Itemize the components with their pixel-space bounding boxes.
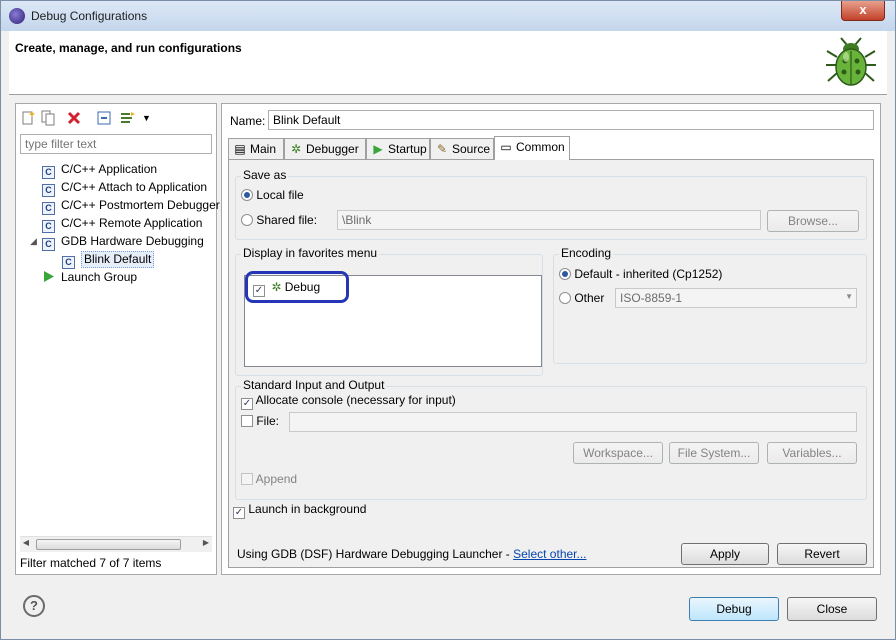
output-file-field (289, 412, 857, 432)
collapse-all-icon[interactable] (96, 110, 112, 126)
default-encoding-radio[interactable]: Default - inherited (Cp1252) (559, 267, 722, 281)
common-tab-icon: ▭ (500, 140, 512, 154)
view-menu-chevron-down-icon[interactable]: ▼ (142, 110, 158, 126)
window-close-button[interactable]: x (841, 1, 885, 21)
title-bar[interactable]: Debug Configurations x (1, 1, 895, 31)
launch-in-background-checkbox[interactable]: ✓ Launch in background (233, 502, 366, 519)
tab-common[interactable]: ▭ Common (494, 136, 570, 160)
configuration-tree-panel: ▼ CC/C++ Application CC/C++ Attach to Ap… (15, 103, 220, 575)
checkbox-disabled-indicator (241, 473, 253, 485)
other-encoding-select[interactable]: ISO-8859-1 ▼ (615, 288, 857, 308)
favorites-list: ✓ ✲ Debug (244, 271, 542, 367)
tree-horizontal-scrollbar[interactable]: ◀ ▶ (20, 536, 212, 552)
radio-indicator (241, 214, 253, 226)
main-tab-icon: ▤ (234, 142, 246, 156)
scrollbar-thumb[interactable] (36, 539, 181, 550)
debugger-tab-icon: ✲ (290, 142, 302, 156)
header-banner: Create, manage, and run configurations (9, 31, 887, 95)
eclipse-icon (9, 8, 25, 24)
name-label: Name: (230, 114, 266, 128)
bug-icon (826, 37, 876, 86)
tree-item-cpp-remote[interactable]: C C/C++ Remote Application (42, 214, 202, 233)
checkbox-checked-indicator: ✓ (253, 285, 265, 297)
browse-button[interactable]: Browse... (767, 210, 859, 232)
tree-item-cpp-postmortem[interactable]: C C/C++ Postmortem Debugger (42, 196, 220, 215)
banner-heading: Create, manage, and run configurations (15, 41, 242, 55)
tree-item-cpp-attach[interactable]: C C/C++ Attach to Application (42, 178, 207, 197)
radio-selected-indicator (559, 268, 571, 280)
apply-button[interactable]: Apply (681, 543, 769, 565)
window-title: Debug Configurations (31, 9, 148, 23)
common-tab-body: Save as Local file Shared file: \Blink B… (228, 159, 874, 568)
configuration-editor-panel: Name: ▤Main ✲Debugger ▶Startup ✎Source ▭… (221, 103, 881, 575)
debug-configurations-window: Debug Configurations x Create, manage, a… (0, 0, 896, 640)
startup-tab-icon: ▶ (373, 142, 383, 156)
file-system-button[interactable]: File System... (669, 442, 759, 464)
scroll-right-icon[interactable]: ▶ (200, 538, 212, 547)
favorites-title: Display in favorites menu (241, 246, 380, 260)
c-config-icon: C (42, 238, 55, 251)
tab-main[interactable]: ▤ Main (228, 138, 284, 160)
name-input[interactable] (268, 110, 874, 130)
revert-button[interactable]: Revert (777, 543, 867, 565)
tab-debugger[interactable]: ✲ Debugger (284, 138, 366, 160)
debug-button[interactable]: Debug (689, 597, 779, 621)
debug-bug-icon: ✲ (271, 280, 282, 294)
variables-button[interactable]: Variables... (767, 442, 857, 464)
checkbox-indicator (241, 415, 253, 427)
other-encoding-radio[interactable]: Other (559, 291, 604, 305)
stdio-title: Standard Input and Output (241, 378, 387, 392)
tree-item-gdb-hardware-debugging[interactable]: C GDB Hardware Debugging (42, 232, 204, 251)
tree-item-blink-default[interactable]: C Blink Default (62, 250, 155, 269)
source-tab-icon: ✎ (436, 142, 448, 156)
delete-icon[interactable] (66, 110, 82, 126)
filter-input[interactable] (20, 134, 212, 154)
checkbox-checked-indicator: ✓ (241, 398, 253, 410)
tree-toolbar: ▼ (18, 106, 214, 130)
save-as-title: Save as (241, 168, 289, 182)
favorite-debug-checkbox[interactable]: ✓ ✲ Debug (253, 280, 320, 297)
file-output-checkbox[interactable]: File: (241, 414, 279, 428)
shared-file-path-field: \Blink (337, 210, 761, 230)
tree-item-launch-group[interactable]: Launch Group (42, 268, 137, 286)
duplicate-icon[interactable] (40, 110, 56, 126)
favorites-group: ✓ ✲ Debug (235, 254, 543, 376)
checkbox-checked-indicator: ✓ (233, 507, 245, 519)
allocate-console-checkbox[interactable]: ✓ Allocate console (necessary for input) (241, 393, 456, 410)
tab-source[interactable]: ✎ Source (430, 138, 494, 160)
tree-item-cpp-application[interactable]: C C/C++ Application (42, 160, 157, 179)
launch-group-icon (44, 271, 54, 282)
help-icon[interactable]: ? (23, 595, 45, 617)
append-checkbox[interactable]: Append (241, 472, 297, 486)
close-button[interactable]: Close (787, 597, 877, 621)
scroll-left-icon[interactable]: ◀ (20, 538, 32, 547)
tab-startup[interactable]: ▶ Startup (366, 138, 430, 160)
new-configuration-icon[interactable] (20, 110, 36, 126)
shared-file-radio[interactable]: Shared file: (241, 213, 317, 227)
radio-selected-indicator (241, 189, 253, 201)
workspace-button[interactable]: Workspace... (573, 442, 663, 464)
filter-status: Filter matched 7 of 7 items (20, 556, 162, 570)
local-file-radio[interactable]: Local file (241, 188, 304, 202)
tree-expanded-icon[interactable]: ◢ (30, 232, 40, 250)
configuration-tabs: ▤ Main ✲ Debugger ▶ Startup ✎ Source ▭ Common (228, 136, 878, 160)
launcher-info: Using GDB (DSF) Hardware Debugging Launc… (237, 547, 587, 561)
encoding-title: Encoding (559, 246, 614, 260)
chevron-down-icon: ▼ (845, 292, 853, 301)
select-other-link[interactable]: Select other... (513, 547, 586, 561)
radio-indicator (559, 292, 571, 304)
filter-icon[interactable] (120, 110, 136, 126)
